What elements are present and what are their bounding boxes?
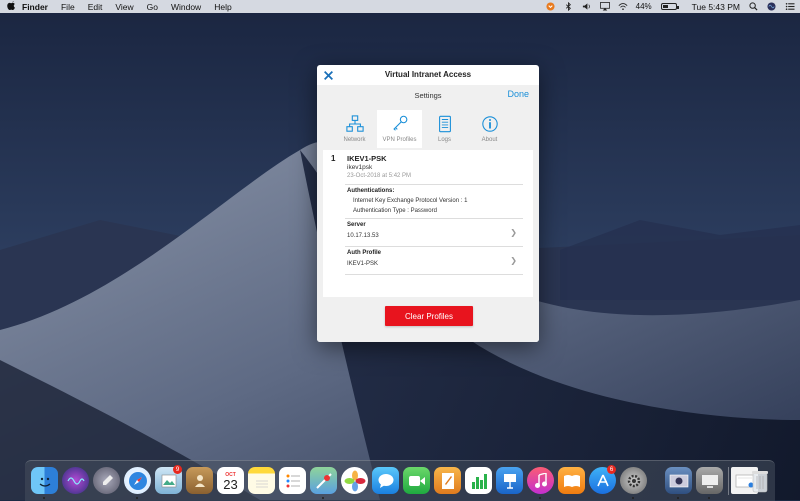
- settings-title: Settings: [414, 91, 442, 100]
- photos-badge: 9: [173, 465, 182, 474]
- auth-profile-value: IKEV1-PSK: [347, 261, 379, 267]
- books-icon[interactable]: [558, 467, 585, 494]
- vpn-status-icon[interactable]: [546, 2, 555, 11]
- notes-icon[interactable]: [248, 467, 275, 494]
- airplay-icon[interactable]: [599, 2, 610, 11]
- app-store-badge: 6: [607, 465, 616, 474]
- battery-percent: 44%: [635, 2, 652, 11]
- safari-icon[interactable]: [124, 467, 151, 494]
- battery-icon[interactable]: [660, 3, 679, 10]
- calendar-icon[interactable]: OCT 23: [217, 467, 244, 494]
- chevron-right-icon: ❯: [510, 228, 517, 237]
- notification-center-icon[interactable]: [785, 2, 795, 11]
- tab-about[interactable]: About: [467, 110, 512, 148]
- launchpad-icon[interactable]: [93, 467, 120, 494]
- server-value: 10.17.13.53: [347, 233, 379, 239]
- divider: [345, 218, 523, 219]
- numbers-icon[interactable]: [465, 467, 492, 494]
- itunes-icon[interactable]: [527, 467, 554, 494]
- running-indicator: [539, 497, 541, 499]
- key-icon: [392, 115, 407, 131]
- divider: [345, 246, 523, 247]
- wifi-icon[interactable]: [618, 2, 628, 11]
- finder-icon[interactable]: [31, 467, 58, 494]
- clear-profiles-button[interactable]: Clear Profiles: [385, 306, 473, 326]
- profile-name: IKEV1-PSK: [347, 154, 387, 163]
- tab-label: About: [481, 137, 498, 143]
- running-indicator: [632, 497, 634, 499]
- vpn-profile-card: 1 IKEV1-PSK ikev1psk 23-Oct-2018 at 5:42…: [323, 150, 533, 297]
- running-indicator: [708, 497, 710, 499]
- tab-label: VPN Profiles: [382, 137, 417, 143]
- tab-vpn-profiles[interactable]: VPN Profiles: [377, 110, 422, 148]
- trash-icon[interactable]: [746, 467, 773, 494]
- profile-date: 23-Oct-2018 at 5:42 PM: [347, 173, 412, 179]
- running-indicator: [677, 497, 679, 499]
- dock: 9 OCT 23 6: [25, 460, 775, 501]
- bluetooth-icon[interactable]: [564, 1, 573, 12]
- menu-file[interactable]: File: [61, 2, 75, 12]
- logs-icon: [438, 115, 451, 133]
- tab-label: Network: [343, 137, 366, 143]
- volume-icon[interactable]: [582, 2, 591, 11]
- spotlight-search-icon[interactable]: [749, 2, 758, 11]
- profile-number: 1: [331, 154, 336, 163]
- facetime-icon[interactable]: [403, 467, 430, 494]
- profile-username: ikev1psk: [347, 164, 373, 171]
- contacts-icon[interactable]: [186, 467, 213, 494]
- pages-icon[interactable]: [434, 467, 461, 494]
- menu-finder[interactable]: Finder: [22, 2, 48, 12]
- divider: [345, 274, 523, 275]
- reminders-icon[interactable]: [279, 467, 306, 494]
- settings-tabs: Network VPN Profiles Logs About: [332, 110, 512, 148]
- tab-logs[interactable]: Logs: [422, 110, 467, 148]
- menu-window[interactable]: Window: [171, 2, 201, 12]
- siri-menu-icon[interactable]: [767, 2, 776, 11]
- system-preferences-icon[interactable]: [620, 467, 647, 494]
- menu-go[interactable]: Go: [147, 2, 158, 12]
- siri-icon[interactable]: [62, 467, 89, 494]
- running-indicator: [136, 497, 138, 499]
- menu-view[interactable]: View: [115, 2, 133, 12]
- auth-profile-label: Auth Profile: [347, 250, 381, 256]
- auth-type: Authentication Type : Password: [353, 208, 437, 214]
- menu-help[interactable]: Help: [214, 2, 231, 12]
- done-button[interactable]: Done: [507, 89, 529, 99]
- server-label: Server: [347, 222, 366, 228]
- chevron-right-icon: ❯: [510, 256, 517, 265]
- auth-heading: Authentications:: [347, 188, 395, 194]
- keynote-icon[interactable]: [496, 467, 523, 494]
- dialog-title: Virtual Intranet Access: [384, 70, 472, 79]
- running-indicator: [43, 497, 45, 499]
- tab-label: Logs: [437, 137, 451, 143]
- divider: [345, 184, 523, 185]
- info-icon: [481, 116, 498, 132]
- running-indicator: [322, 497, 324, 499]
- apple-icon[interactable]: [0, 1, 22, 12]
- menu-clock[interactable]: Tue 5:43 PM: [692, 2, 740, 12]
- messages-icon[interactable]: [372, 467, 399, 494]
- auth-ike-version: Internet Key Exchange Protocol Version :…: [353, 198, 468, 204]
- network-icon: [345, 115, 364, 132]
- menu-bar: Finder File Edit View Go Window Help 44%…: [0, 0, 800, 13]
- image-capture-icon[interactable]: [665, 467, 692, 494]
- maps-icon[interactable]: [310, 467, 337, 494]
- photos-icon[interactable]: [341, 467, 368, 494]
- vpn-settings-dialog: Virtual Intranet Access Settings Done 1 …: [317, 65, 539, 342]
- menu-edit[interactable]: Edit: [88, 2, 103, 12]
- tab-network[interactable]: Network: [332, 110, 377, 148]
- calendar-day: 23: [223, 476, 238, 492]
